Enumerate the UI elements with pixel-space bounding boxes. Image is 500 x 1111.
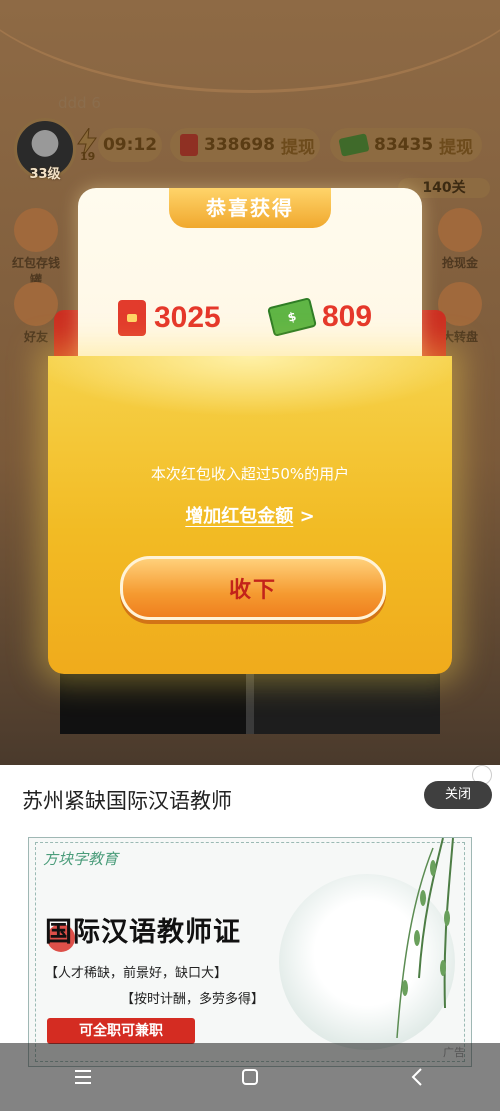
- ad-headline: 国际汉语教师证: [45, 917, 241, 948]
- willow-icon: [396, 838, 454, 1039]
- redpacket-amount: 3025: [154, 301, 221, 334]
- accept-button[interactable]: 收下: [120, 556, 386, 620]
- increase-amount-label[interactable]: 增加红包金额: [185, 506, 293, 527]
- stat-text: 本次红包收入超过50%的用户: [150, 465, 350, 483]
- ad-title[interactable]: 苏州紧缺国际汉语教师: [22, 785, 232, 815]
- ad-close-button[interactable]: 关闭: [424, 781, 492, 809]
- player-level: 33级: [29, 167, 61, 182]
- ad-image[interactable]: 方块字教育 国际汉语教师证 【人才稀缺，前景好，缺口大】 【按时计酬，多劳多得】…: [28, 837, 472, 1067]
- cash-amount: 809: [322, 300, 373, 333]
- cash-balance: 83435: [374, 135, 434, 155]
- ad-tag: 可全职可兼职: [47, 1018, 195, 1044]
- cash-icon: $: [267, 297, 317, 337]
- cash-withdraw[interactable]: 提现: [439, 133, 473, 158]
- grab-cash-button[interactable]: 抢现金: [432, 208, 488, 271]
- background-photo-strip: [60, 672, 440, 734]
- timer-pill: 09:12: [98, 128, 162, 162]
- increase-amount-link[interactable]: 增加红包金额 >: [48, 502, 452, 528]
- header-arc: [0, 0, 500, 93]
- grab-cash-icon: [438, 208, 482, 252]
- reward-title: 恭喜获得: [169, 188, 331, 228]
- redpacket-balance: 338698: [204, 135, 275, 155]
- system-nav-bar: [0, 1043, 500, 1111]
- menu-icon: [75, 1070, 92, 1084]
- timer: 09:12: [102, 135, 158, 155]
- redpacket-reward: 3025: [118, 300, 221, 336]
- ad-line-1: 【人才稀缺，前景好，缺口大】: [45, 966, 228, 981]
- envelope-flap: [48, 356, 452, 426]
- back-icon: [411, 1068, 422, 1086]
- wheel-label: 大转盘: [441, 330, 478, 344]
- redpacket-icon: [118, 300, 146, 336]
- cash-reward: $ 809: [267, 297, 373, 337]
- home-icon: [241, 1069, 258, 1085]
- home-button[interactable]: [230, 1057, 270, 1097]
- grab-cash-label: 抢现金: [441, 256, 478, 270]
- redpacket-balance-pill[interactable]: 338698 提现: [170, 128, 320, 162]
- menu-button[interactable]: [63, 1057, 103, 1097]
- energy-count: 19: [80, 150, 96, 163]
- back-button[interactable]: [397, 1057, 437, 1097]
- ad-brand: 方块字教育: [43, 850, 119, 868]
- piggy-bank-icon: [14, 208, 58, 252]
- ad-line-2: 【按时计酬，多劳多得】: [121, 992, 265, 1007]
- redpacket-icon: [180, 134, 198, 156]
- redpacket-withdraw[interactable]: 提现: [281, 133, 315, 158]
- friends-icon: [14, 282, 58, 326]
- cash-icon: [338, 133, 370, 157]
- chevron-right-icon: >: [299, 506, 315, 527]
- player-name: ddd 6: [58, 94, 101, 112]
- friends-label: 好友: [23, 330, 48, 344]
- cash-balance-pill[interactable]: 83435 提现: [330, 128, 482, 162]
- piggy-bank-button[interactable]: 红包存钱罐: [8, 208, 64, 288]
